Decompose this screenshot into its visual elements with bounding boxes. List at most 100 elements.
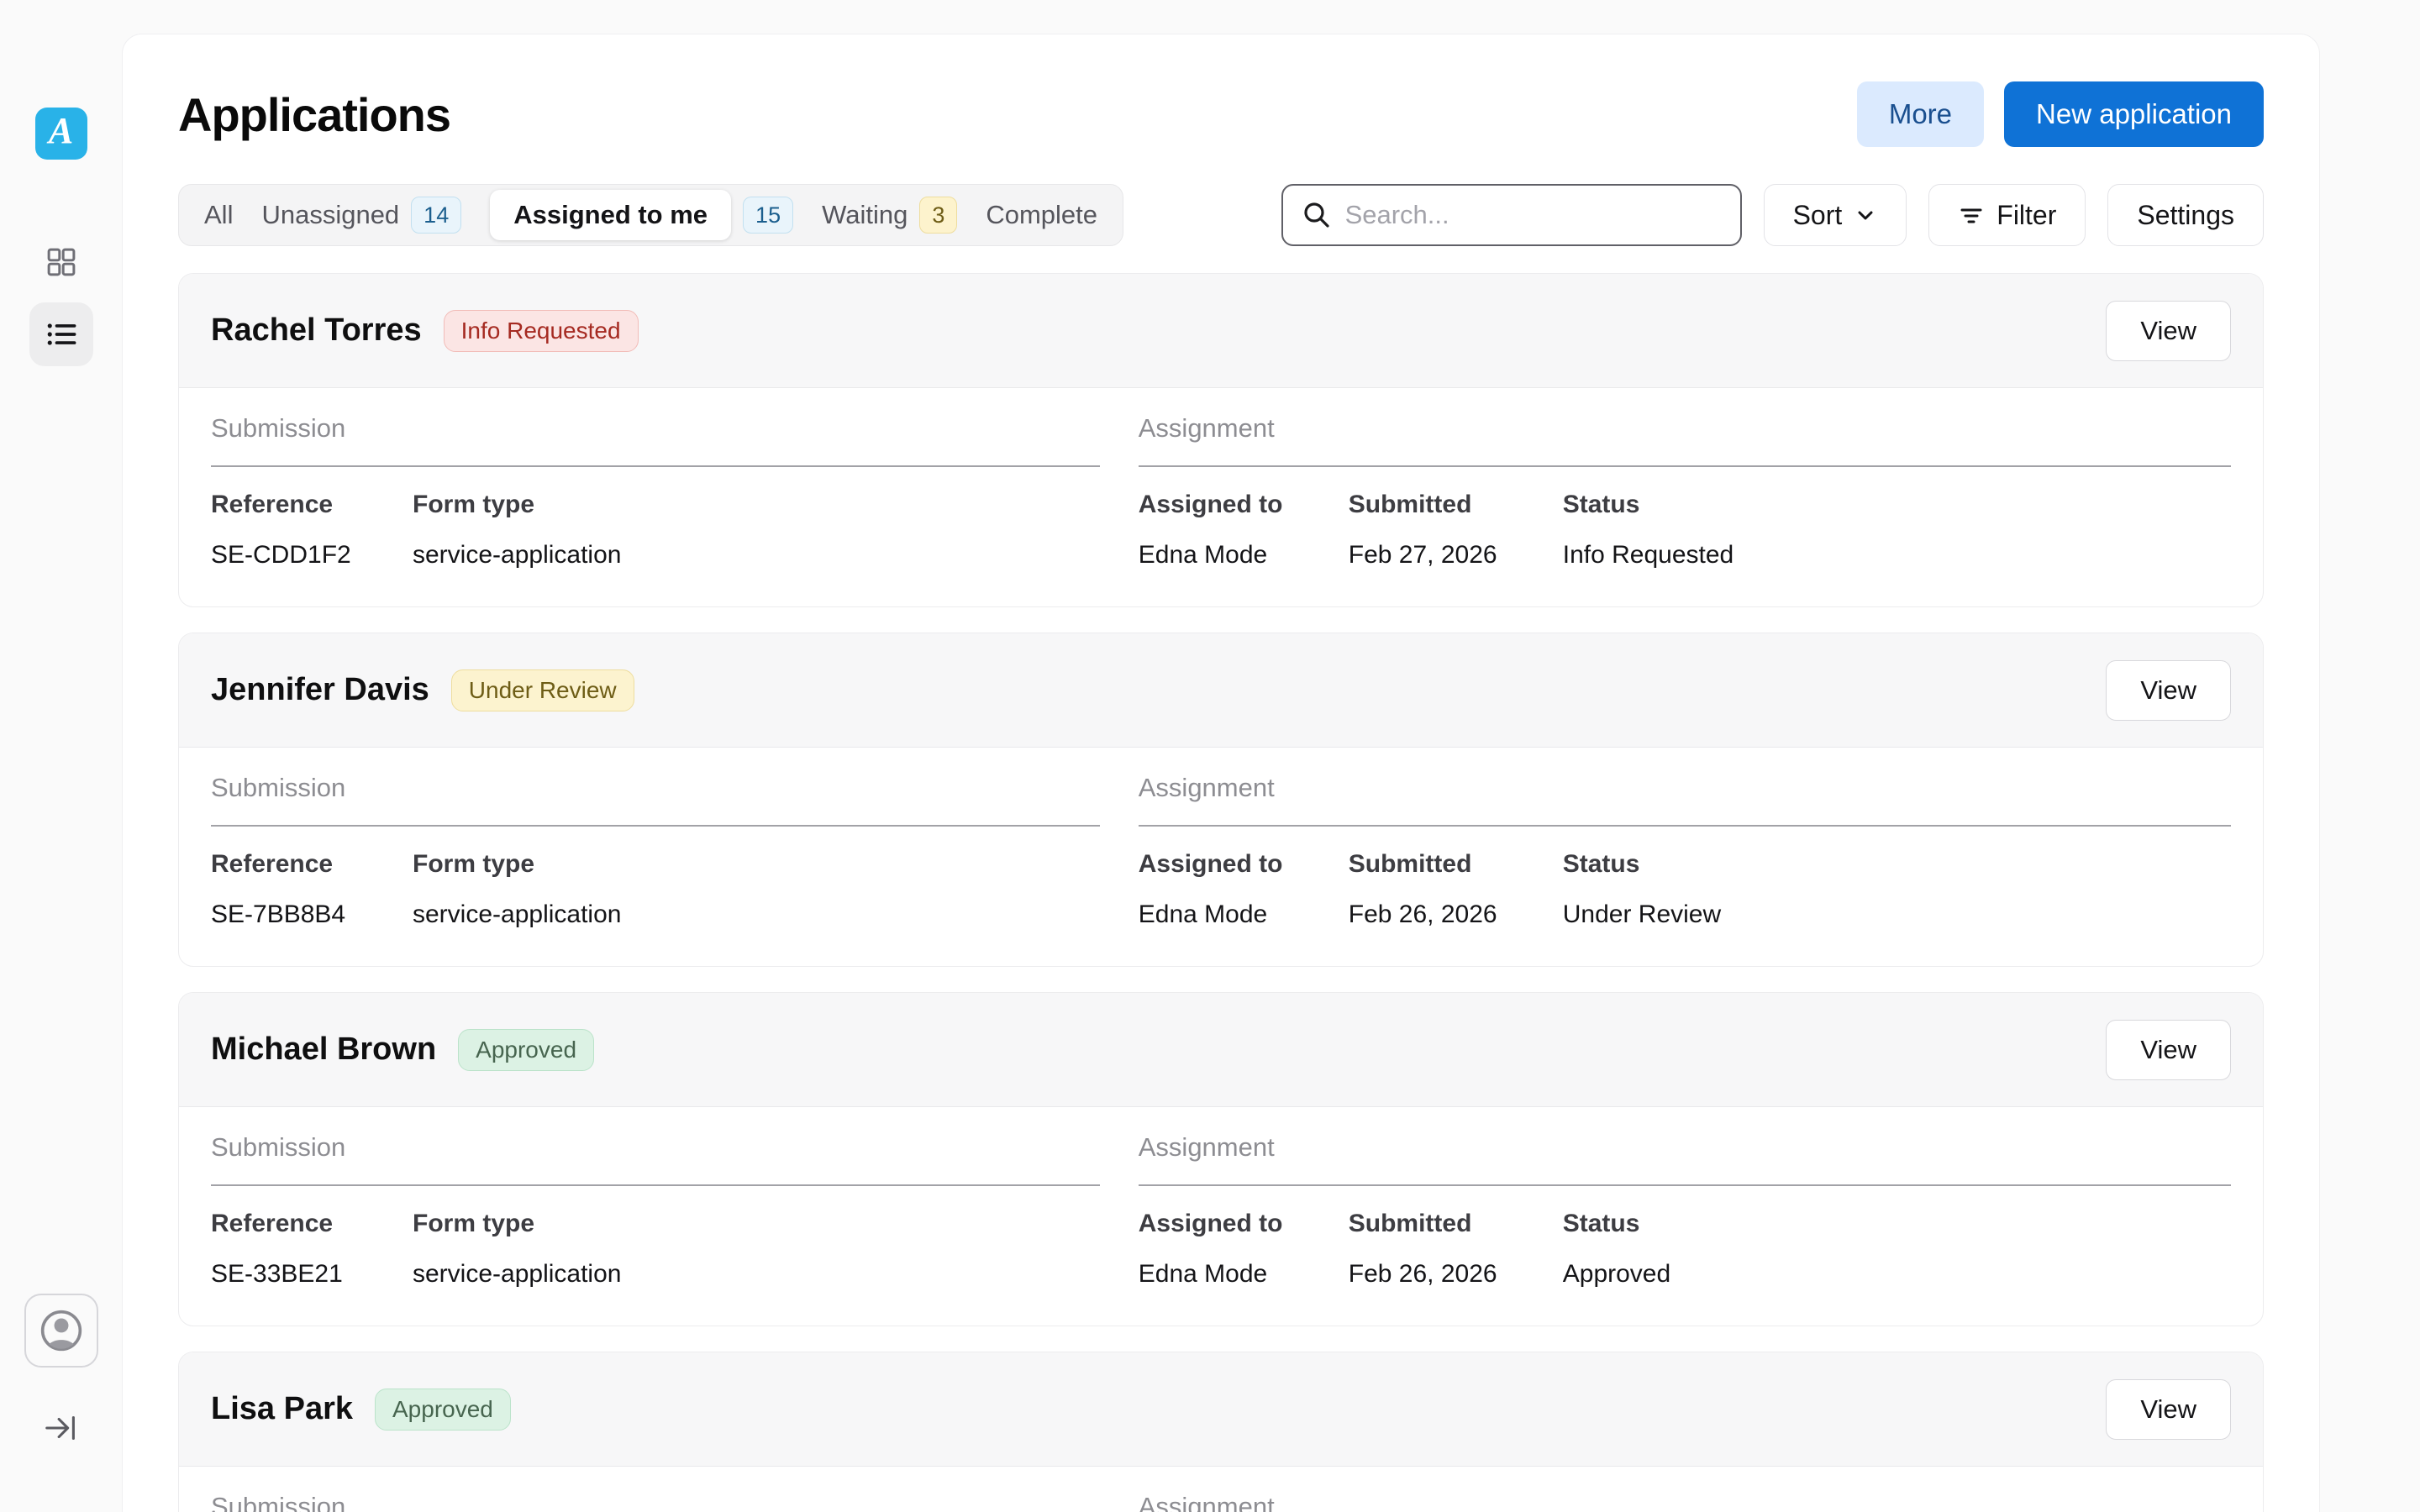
- field-label: Form type: [413, 491, 1100, 519]
- tab-unassigned-label: Unassigned: [261, 200, 399, 230]
- view-button[interactable]: View: [2106, 301, 2231, 361]
- filter-button[interactable]: Filter: [1928, 184, 2086, 246]
- filter-button-label: Filter: [1996, 200, 2056, 231]
- settings-button[interactable]: Settings: [2107, 184, 2264, 246]
- sort-button-label: Sort: [1793, 200, 1843, 231]
- field-value: Edna Mode: [1139, 541, 1349, 570]
- assignment-section-title: Assignment: [1139, 1492, 2231, 1512]
- status-badge: Approved: [458, 1029, 594, 1071]
- field-value: Feb 26, 2026: [1349, 1260, 1563, 1289]
- submission-section: Submission Reference SE-7BB8B4 Form type…: [211, 773, 1100, 929]
- more-button[interactable]: More: [1857, 81, 1984, 147]
- assignment-section: Assignment Assigned to Edna Mode Submitt…: [1139, 1132, 2231, 1289]
- sidebar-item-dashboard[interactable]: [29, 230, 93, 294]
- field-reference: Reference SE-7BB8B4: [211, 850, 413, 929]
- tab-complete[interactable]: Complete: [986, 200, 1097, 230]
- field-value: Edna Mode: [1139, 1260, 1349, 1289]
- submission-fields: Reference SE-33BE21 Form type service-ap…: [211, 1210, 1100, 1289]
- tab-all[interactable]: All: [204, 200, 233, 230]
- search-icon: [1302, 200, 1332, 230]
- submission-section-title: Submission: [211, 413, 1100, 467]
- card-header: Michael Brown Approved View: [179, 993, 2263, 1107]
- field-assigned-to: Assigned to Edna Mode: [1139, 491, 1349, 570]
- filter-lines-icon: [1958, 202, 1985, 228]
- page-header: Applications More New application: [178, 81, 2264, 147]
- field-status: Status Approved: [1563, 1210, 2231, 1289]
- view-button[interactable]: View: [2106, 1379, 2231, 1440]
- applicant-name: Lisa Park: [211, 1391, 353, 1427]
- field-label: Status: [1563, 491, 2231, 519]
- sidebar-avatar-button[interactable]: [24, 1294, 98, 1368]
- tab-waiting[interactable]: Waiting 3: [822, 197, 957, 234]
- chevron-down-icon: [1854, 203, 1877, 227]
- field-label: Submitted: [1349, 850, 1563, 879]
- field-label: Assigned to: [1139, 1210, 1349, 1238]
- sort-button[interactable]: Sort: [1764, 184, 1907, 246]
- app-logo-letter: A: [49, 113, 73, 150]
- search-input[interactable]: [1345, 200, 1722, 230]
- field-value: SE-7BB8B4: [211, 900, 413, 929]
- application-card-list: Rachel Torres Info Requested View Submis…: [178, 273, 2264, 1512]
- sidebar-nav: [29, 230, 93, 366]
- assignment-section-title: Assignment: [1139, 413, 2231, 467]
- app-logo[interactable]: A: [35, 108, 87, 160]
- assignment-fields: Assigned to Edna Mode Submitted Feb 26, …: [1139, 1210, 2231, 1289]
- applicant-name: Michael Brown: [211, 1032, 436, 1068]
- field-submitted: Submitted Feb 27, 2026: [1349, 491, 1563, 570]
- application-card: Jennifer Davis Under Review View Submiss…: [178, 633, 2264, 967]
- field-value: service-application: [413, 541, 1100, 570]
- card-body: Submission Reference SE-7BB8B4 Form type…: [179, 748, 2263, 966]
- view-button[interactable]: View: [2106, 660, 2231, 721]
- field-value: Under Review: [1563, 900, 2231, 929]
- card-body: Submission Reference SE-33BE21 Form type…: [179, 1107, 2263, 1326]
- card-header: Lisa Park Approved View: [179, 1352, 2263, 1467]
- assignment-fields: Assigned to Edna Mode Submitted Feb 26, …: [1139, 850, 2231, 929]
- submission-section: Submission Reference SE-33BE21 Form type…: [211, 1132, 1100, 1289]
- field-label: Status: [1563, 1210, 2231, 1238]
- assignment-section: Assignment Assigned to Edna Mode Submitt…: [1139, 773, 2231, 929]
- tab-assigned-to-me-count-badge: 15: [743, 197, 793, 234]
- field-label: Assigned to: [1139, 850, 1349, 879]
- field-value: service-application: [413, 1260, 1100, 1289]
- field-label: Reference: [211, 491, 413, 519]
- field-assigned-to: Assigned to Edna Mode: [1139, 1210, 1349, 1289]
- sidebar-item-applications-list[interactable]: [29, 302, 93, 366]
- search-box[interactable]: [1281, 184, 1742, 246]
- field-label: Assigned to: [1139, 491, 1349, 519]
- submission-section-title: Submission: [211, 1492, 1100, 1512]
- field-label: Submitted: [1349, 491, 1563, 519]
- sidebar: A: [0, 0, 122, 1512]
- tab-assigned-to-me-label: Assigned to me: [490, 190, 731, 240]
- tab-unassigned-count-badge: 14: [411, 197, 461, 234]
- submission-section: Submission: [211, 1492, 1100, 1512]
- view-button[interactable]: View: [2106, 1020, 2231, 1080]
- field-value: Info Requested: [1563, 541, 2231, 570]
- submission-section-title: Submission: [211, 773, 1100, 827]
- field-reference: Reference SE-CDD1F2: [211, 491, 413, 570]
- user-circle-icon: [37, 1306, 86, 1355]
- tab-assigned-to-me[interactable]: Assigned to me 15: [490, 190, 793, 240]
- tab-waiting-count-badge: 3: [919, 197, 957, 234]
- submission-section-title: Submission: [211, 1132, 1100, 1186]
- new-application-button[interactable]: New application: [2004, 81, 2264, 147]
- settings-button-label: Settings: [2137, 200, 2234, 231]
- status-badge: Approved: [375, 1389, 511, 1431]
- field-label: Reference: [211, 1210, 413, 1238]
- toolbar: All Unassigned 14 Assigned to me 15 Wait…: [178, 184, 2264, 246]
- applicant-name: Jennifer Davis: [211, 672, 429, 708]
- arrow-to-line-icon: [42, 1409, 81, 1447]
- tab-complete-label: Complete: [986, 200, 1097, 230]
- tab-waiting-label: Waiting: [822, 200, 908, 230]
- card-body: Submission Reference SE-CDD1F2 Form type…: [179, 388, 2263, 606]
- assignment-section: Assignment: [1139, 1492, 2231, 1512]
- field-value: Edna Mode: [1139, 900, 1349, 929]
- sidebar-collapse-button[interactable]: [32, 1408, 91, 1448]
- submission-section: Submission Reference SE-CDD1F2 Form type…: [211, 413, 1100, 570]
- tab-unassigned[interactable]: Unassigned 14: [261, 197, 461, 234]
- application-card: Lisa Park Approved View Submission Assig…: [178, 1352, 2264, 1512]
- card-body: Submission Assignment: [179, 1467, 2263, 1512]
- submission-fields: Reference SE-CDD1F2 Form type service-ap…: [211, 491, 1100, 570]
- field-status: Status Info Requested: [1563, 491, 2231, 570]
- field-label: Reference: [211, 850, 413, 879]
- field-status: Status Under Review: [1563, 850, 2231, 929]
